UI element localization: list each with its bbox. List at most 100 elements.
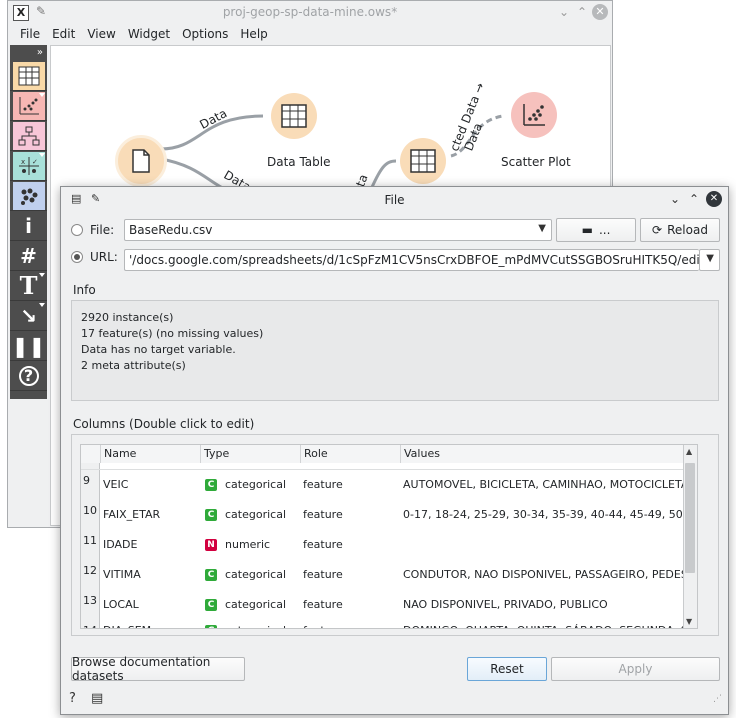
row-number: 12 (81, 560, 100, 590)
file-document-icon (132, 149, 150, 173)
cell-type[interactable]: Ccategorical (205, 616, 286, 628)
node-label-scatter-plot: Scatter Plot (501, 155, 571, 169)
cell-role[interactable]: feature (303, 560, 343, 590)
numeric-icon: N (205, 539, 217, 551)
evaluate-icon: x ✓ (18, 156, 39, 175)
columns-frame: Name Type Role Values 9 VEIC Ccategorica… (71, 434, 719, 636)
row-number: 9 (81, 470, 100, 500)
table-icon (18, 66, 39, 85)
scroll-down-icon[interactable]: ▼ (686, 617, 692, 626)
minimize-icon[interactable]: ⌄ (667, 191, 683, 207)
cell-name[interactable]: DIA_SEM (103, 616, 151, 628)
file-radio[interactable] (71, 224, 83, 236)
cell-name[interactable]: VITIMA (103, 560, 141, 590)
reset-button[interactable]: Reset (467, 657, 547, 681)
toolbox-model-category[interactable] (10, 121, 47, 151)
cell-type[interactable]: Nnumeric (205, 530, 270, 560)
cell-type[interactable]: Ccategorical (205, 500, 286, 530)
table-row[interactable]: 11 IDADE Nnumeric feature (81, 530, 697, 561)
column-header-type[interactable]: Type (200, 445, 300, 463)
table-row[interactable]: 9 VEIC Ccategorical feature AUTOMOVEL, B… (81, 470, 697, 501)
menu-help[interactable]: Help (234, 25, 273, 45)
close-icon[interactable]: ✕ (706, 191, 722, 207)
row-number: 14 (81, 620, 100, 628)
scroll-up-icon[interactable]: ▲ (686, 447, 692, 456)
toolbox-info-tool[interactable]: i (10, 211, 47, 241)
tree-icon (18, 126, 39, 145)
help-icon[interactable]: ? (69, 691, 76, 706)
cell-role[interactable]: feature (303, 470, 343, 500)
table-row[interactable]: 10 FAIX_ETAR Ccategorical feature 0-17, … (81, 500, 697, 531)
cell-values[interactable]: DOMINGO, QUARTA, QUINTA, SÁBADO, SEGUNDA… (403, 616, 687, 628)
cell-role[interactable]: feature (303, 530, 343, 560)
cell-values[interactable] (403, 530, 687, 560)
node-file[interactable] (115, 135, 167, 187)
node-scatter-plot[interactable] (511, 92, 557, 138)
toolbox-data-category[interactable] (10, 61, 47, 91)
info-line: 17 feature(s) (no missing values) (81, 327, 264, 340)
table-row[interactable]: 14 DIA_SEM Ccategorical feature DOMINGO,… (81, 620, 697, 628)
toolbox-help-tool[interactable]: ? (10, 361, 47, 391)
categorical-icon: C (205, 625, 217, 628)
url-input[interactable]: '/docs.google.com/spreadsheets/d/1cSpFzM… (124, 249, 699, 271)
cell-name[interactable]: VEIC (103, 470, 128, 500)
cell-name[interactable]: IDADE (103, 530, 137, 560)
column-header-name[interactable]: Name (100, 445, 200, 463)
reload-icon: ⟳ (652, 223, 663, 237)
cell-values[interactable]: CONDUTOR, NAO DISPONIVEL, PASSAGEIRO, PE… (403, 560, 687, 590)
file-widget-dialog: ▤ ✎ File ⌄ ⌃ ✕ File: BaseRedu.csv ▼ ▬ ..… (60, 186, 729, 715)
menu-options[interactable]: Options (176, 25, 234, 45)
maximize-icon[interactable]: ⌃ (686, 191, 702, 207)
reload-button[interactable]: ⟳ Reload (640, 218, 720, 242)
help-icon: ? (18, 365, 39, 386)
node-data-table-2[interactable] (400, 138, 446, 184)
cell-values[interactable]: 0-17, 18-24, 25-29, 30-34, 35-39, 40-44,… (403, 500, 687, 530)
cell-type[interactable]: Ccategorical (205, 560, 286, 590)
info-box: 2920 instance(s) 17 feature(s) (no missi… (71, 300, 719, 401)
cell-values[interactable]: AUTOMOVEL, BICICLETA, CAMINHAO, MOTOCICL… (403, 470, 687, 500)
menu-file[interactable]: File (14, 25, 46, 45)
table-icon (281, 104, 307, 128)
toolbox-text-tool[interactable]: T (10, 271, 47, 301)
table-row-partial (81, 463, 697, 470)
column-header-values[interactable]: Values (400, 445, 686, 463)
toolbox-visualize-category[interactable] (10, 91, 47, 121)
report-icon[interactable]: ▤ (91, 691, 103, 706)
column-header-role[interactable]: Role (300, 445, 400, 463)
node-data-table[interactable] (267, 93, 327, 139)
scrollbar-thumb[interactable] (685, 463, 695, 573)
cell-role[interactable]: feature (303, 616, 343, 628)
url-radio[interactable] (71, 251, 83, 263)
file-combo-value: BaseRedu.csv (129, 223, 213, 237)
browse-file-label: ... (598, 223, 611, 237)
close-icon[interactable]: ✕ (592, 4, 608, 20)
categorical-icon: C (205, 569, 217, 581)
menu-edit[interactable]: Edit (46, 25, 81, 45)
browse-documentation-button[interactable]: Browse documentation datasets (71, 655, 245, 683)
table-row[interactable]: 12 VITIMA Ccategorical feature CONDUTOR,… (81, 560, 697, 591)
dialog-title: File (384, 193, 405, 207)
maximize-icon[interactable]: ⌃ (574, 4, 590, 20)
file-combo[interactable]: BaseRedu.csv ▼ (124, 219, 552, 241)
url-history-dropdown[interactable]: ▼ (699, 249, 720, 271)
minimize-icon[interactable]: ⌄ (556, 4, 572, 20)
expand-toolbox-icon[interactable]: » (10, 45, 47, 61)
toolbox-arrow-tool[interactable]: ↘ (10, 301, 47, 331)
cluster-icon (20, 188, 37, 205)
table-scrollbar[interactable]: ▲ ▼ (683, 445, 697, 628)
resize-grip-icon[interactable]: ⋰ (713, 694, 722, 704)
toolbox-unsupervised-category[interactable] (10, 181, 47, 211)
cell-role[interactable]: feature (303, 500, 343, 530)
cell-name[interactable]: FAIX_ETAR (103, 500, 160, 530)
url-input-value: '/docs.google.com/spreadsheets/d/1cSpFzM… (129, 253, 699, 267)
menu-view[interactable]: View (81, 25, 121, 45)
toolbox-evaluate-category[interactable]: x ✓ (10, 151, 47, 181)
browse-file-button[interactable]: ▬ ... (556, 218, 636, 242)
toolbox-pause-tool[interactable]: ❚❚ (10, 331, 47, 361)
columns-table[interactable]: Name Type Role Values 9 VEIC Ccategorica… (80, 444, 698, 629)
menu-widget[interactable]: Widget (122, 25, 176, 45)
toolbox-grid-tool[interactable]: # (10, 241, 47, 271)
info-title: Info (73, 283, 96, 297)
cell-type[interactable]: Ccategorical (205, 470, 286, 500)
apply-button[interactable]: Apply (551, 657, 720, 681)
